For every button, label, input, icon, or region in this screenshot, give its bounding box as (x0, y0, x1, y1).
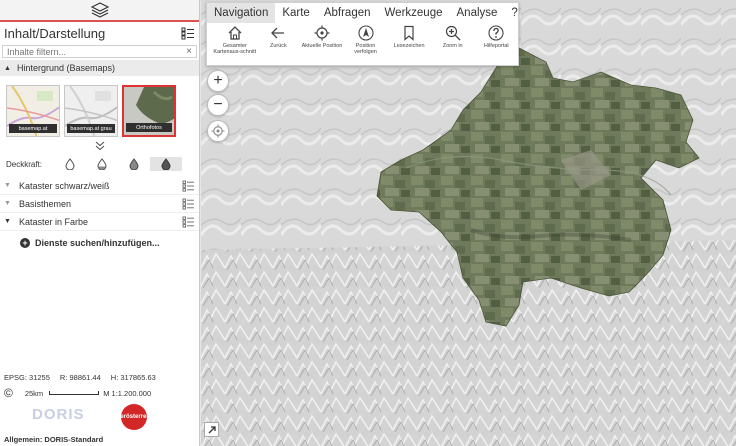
collapse-triangle-icon: ▲ (4, 64, 11, 72)
expand-map-button[interactable] (204, 422, 219, 437)
help-portal-button[interactable]: Hilfeportal (474, 23, 518, 65)
drop-mostly-icon (129, 158, 139, 170)
zoom-in-button[interactable]: + (207, 70, 229, 92)
track-position-button[interactable]: Position verfolgen (344, 23, 388, 65)
opacity-control: Deckkraft: (0, 155, 199, 173)
layer-group-label: Basisthemen (18, 198, 71, 209)
layers-toggle[interactable] (0, 0, 199, 22)
add-services-label: Dienste suchen/hinzufügen... (35, 238, 160, 248)
tool-label: Gesamter Kartenaus-schnitt (213, 43, 257, 55)
filter-input[interactable] (7, 46, 167, 57)
zoom-in-icon (445, 25, 461, 41)
footer-text: Allgemein: DORIS-Standard (4, 435, 104, 444)
full-extent-button[interactable]: Gesamter Kartenaus-schnitt (213, 23, 257, 65)
epsg-readout: EPSG: 31255 (4, 373, 50, 382)
logo-area: DORIS oberösterreich (0, 402, 200, 432)
arrow-left-icon (271, 27, 285, 39)
h-coordinate: H: 317865.63 (110, 373, 156, 382)
clear-filter-icon[interactable]: × (186, 46, 192, 57)
tool-label: Zoom in (442, 43, 463, 49)
locate-icon (314, 25, 330, 41)
double-chevron-down-icon (95, 141, 104, 151)
basemap-label: basemap.at grau (67, 124, 115, 133)
expanded-triangle-icon: ▼ (4, 218, 11, 225)
drop-half-icon (97, 158, 107, 170)
scale-ratio: M 1:1.200.000 (103, 388, 152, 398)
tab-navigation[interactable]: Navigation (207, 3, 276, 23)
home-icon (228, 26, 242, 40)
zoom-in-tool-button[interactable]: Zoom in (431, 23, 475, 65)
bookmarks-button[interactable]: Lesezeichen (387, 23, 431, 65)
navigation-toolbar: Navigation Karte Abfragen Werkzeuge Anal… (206, 2, 519, 66)
tab-karte[interactable]: Karte (275, 3, 317, 23)
layer-group-row[interactable]: ▼ Kataster schwarz/weiß (0, 177, 199, 195)
locate-target-icon (211, 124, 225, 138)
sidebar: Inhalt/Darstellung × ▲ Hintergrund (Base… (0, 0, 200, 446)
add-services-button[interactable]: + Dienste suchen/hinzufügen... (0, 234, 199, 252)
tool-label: Zurück (269, 43, 287, 49)
drop-full-icon (161, 158, 171, 170)
opacity-50-button[interactable] (86, 157, 118, 171)
coordinate-readout: EPSG: 31255 R: 98861.44 H: 317865.63 (0, 371, 200, 384)
layer-group-row[interactable]: ▼ Basisthemen (0, 195, 199, 213)
current-position-button[interactable]: Aktuelle Position (300, 23, 344, 65)
expand-triangle-icon: ▼ (4, 200, 11, 207)
help-icon (488, 25, 504, 41)
layer-options-icon[interactable] (182, 198, 195, 210)
panel-header: Inhalt/Darstellung (0, 22, 199, 44)
map-background (201, 0, 736, 446)
zoom-out-button[interactable]: − (207, 94, 229, 116)
layer-options-icon[interactable] (182, 180, 195, 192)
plus-circle-icon: + (20, 238, 30, 248)
basemap-label: Orthofotos (126, 123, 172, 132)
tab-analyse[interactable]: Analyse (450, 3, 505, 23)
filter-box: × (2, 45, 197, 58)
basemap-label: basemap.at (9, 124, 57, 133)
layers-icon (90, 2, 109, 18)
tab-abfragen[interactable]: Abfragen (317, 3, 378, 23)
scale-bar (49, 391, 100, 395)
doris-logo: DORIS (32, 406, 85, 423)
drop-empty-icon (65, 158, 75, 170)
ooe-logo: oberösterreich (113, 404, 155, 430)
opacity-100-button[interactable] (150, 157, 182, 171)
layer-options-icon[interactable] (182, 216, 195, 228)
bookmark-icon (404, 25, 414, 41)
scale-distance: 25km (24, 388, 44, 398)
basemap-option[interactable]: basemap.at grau (64, 85, 118, 137)
basemap-section-title: Hintergrund (Basemaps) (16, 63, 115, 73)
tab-werkzeuge[interactable]: Werkzeuge (378, 3, 450, 23)
basemap-option-selected[interactable]: Orthofotos (122, 85, 176, 137)
navigation-arrow-icon (357, 25, 374, 41)
basemap-option[interactable]: basemap.at (6, 85, 60, 137)
expand-more-button[interactable] (0, 141, 199, 155)
r-coordinate: R: 98861.44 (59, 373, 101, 382)
diagonal-arrow-icon (208, 425, 216, 433)
panel-title: Inhalt/Darstellung (4, 25, 106, 41)
opacity-75-button[interactable] (118, 157, 150, 171)
expand-triangle-icon: ▼ (4, 182, 11, 189)
map-view[interactable]: Navigation Karte Abfragen Werkzeuge Anal… (201, 0, 736, 446)
toolbar-tabs: Navigation Karte Abfragen Werkzeuge Anal… (207, 3, 518, 23)
list-settings-icon[interactable] (181, 27, 195, 40)
locate-button[interactable] (207, 120, 229, 142)
back-button[interactable]: Zurück (257, 23, 301, 65)
scale-row: © 25km M 1:1.200.000 (0, 386, 200, 400)
tool-label: Lesezeichen (393, 43, 425, 49)
layer-group-label: Kataster in Farbe (18, 216, 88, 227)
basemap-section-header[interactable]: ▲ Hintergrund (Basemaps) (0, 60, 199, 76)
tool-label: Position verfolgen (354, 43, 377, 55)
layer-group-label: Kataster schwarz/weiß (18, 180, 110, 191)
tab-help[interactable]: ? (504, 3, 524, 23)
opacity-label: Deckkraft: (6, 159, 43, 169)
tool-label: Hilfeportal (483, 43, 509, 49)
copyright-icon[interactable]: © (4, 386, 13, 400)
layer-group-row[interactable]: ▼ Kataster in Farbe (0, 213, 199, 231)
opacity-25-button[interactable] (54, 157, 86, 171)
basemap-gallery: basemap.at basemap.at grau Orthofotos (0, 76, 199, 137)
tool-label: Aktuelle Position (301, 43, 343, 49)
toolbar-tools: Gesamter Kartenaus-schnitt Zurück Aktuel… (207, 23, 518, 65)
